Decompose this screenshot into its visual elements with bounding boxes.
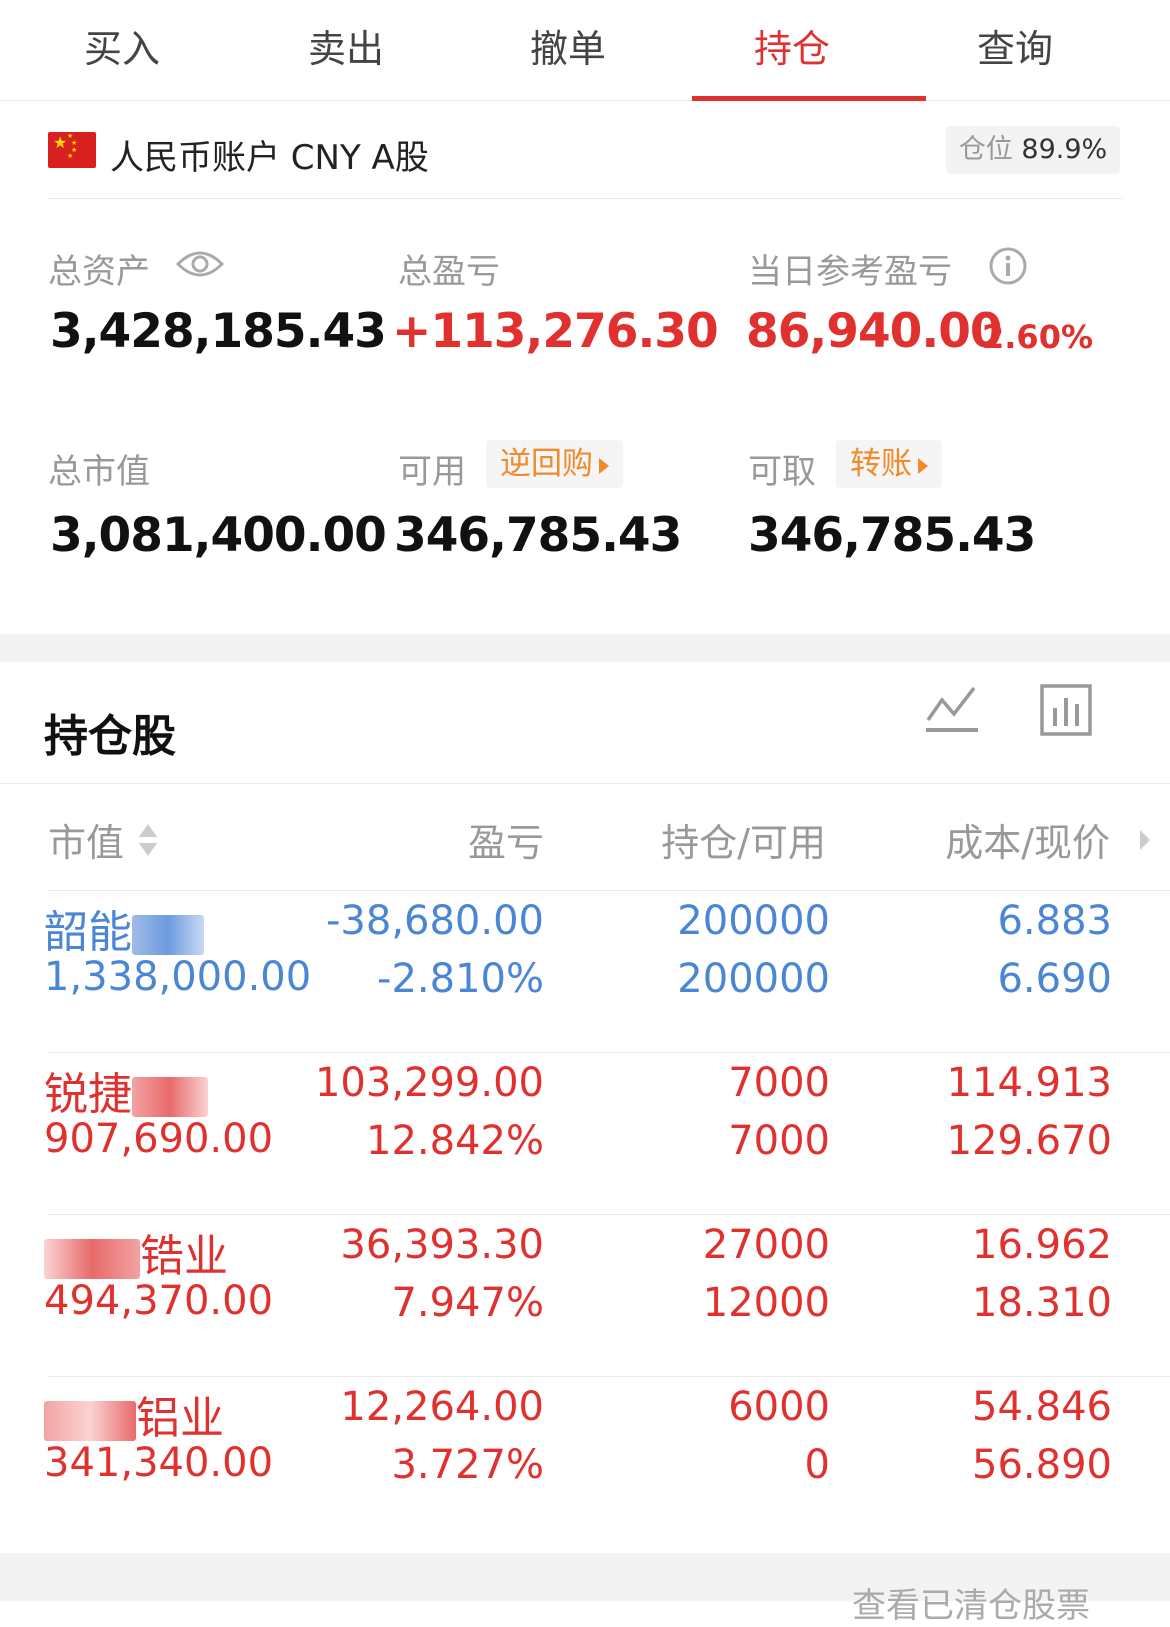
- stock-pnl-percent: -2.810%: [377, 956, 544, 1002]
- stock-cost: 54.846: [972, 1384, 1112, 1430]
- arrow-right-icon: [918, 457, 928, 474]
- available-label: 可用: [398, 452, 466, 492]
- total-assets-label: 总资产: [48, 252, 150, 292]
- col-header-position-available: 持仓/可用: [661, 821, 826, 865]
- withdrawable-value: 346,785.43: [748, 508, 1036, 563]
- stock-name: 锐捷: [44, 1058, 208, 1122]
- top-tab-bar: 买入 卖出 撤单 持仓 查询: [0, 0, 1170, 101]
- divider: [0, 783, 1170, 784]
- transfer-label: 转账: [850, 446, 912, 482]
- stock-pnl: 36,393.30: [340, 1222, 544, 1268]
- stock-price: 129.670: [946, 1118, 1112, 1164]
- tab-buy[interactable]: 买入: [22, 18, 222, 73]
- table-row[interactable]: 锆业 494,370.00 36,393.30 7.947% 27000 120…: [0, 1214, 1170, 1374]
- blurred-text: [132, 1077, 208, 1117]
- china-flag-icon: ★ ★ ★ ★ ★: [48, 132, 96, 168]
- stock-pnl-percent: 7.947%: [391, 1280, 544, 1326]
- stock-name: 铝业: [44, 1382, 224, 1446]
- market-value-label: 总市值: [48, 452, 150, 492]
- trend-chart-icon[interactable]: [924, 682, 980, 738]
- withdrawable-label: 可取: [748, 452, 816, 492]
- stock-market-value: 907,690.00: [44, 1116, 274, 1162]
- tab-query[interactable]: 查询: [915, 18, 1115, 73]
- stock-pnl: 12,264.00: [340, 1384, 544, 1430]
- position-ratio-label: 仓位: [958, 134, 1013, 165]
- col-header-pnl: 盈亏: [467, 821, 544, 865]
- tab-holdings[interactable]: 持仓: [692, 18, 892, 73]
- info-icon[interactable]: [988, 246, 1028, 286]
- position-ratio-badge: 仓位 89.9%: [946, 126, 1120, 174]
- divider: [48, 1052, 1170, 1053]
- holdings-title: 持仓股: [44, 711, 176, 762]
- transfer-button[interactable]: 转账: [836, 440, 942, 488]
- blurred-text: [44, 1401, 136, 1441]
- stock-market-value: 494,370.00: [44, 1278, 274, 1324]
- stock-pnl-percent: 12.842%: [366, 1118, 544, 1164]
- market-value-value: 3,081,400.00: [50, 508, 387, 563]
- stock-name: 韶能: [44, 896, 204, 960]
- table-row[interactable]: 铝业 341,340.00 12,264.00 3.727% 6000 0 54…: [0, 1376, 1170, 1536]
- stock-price: 18.310: [972, 1280, 1112, 1326]
- divider: [48, 1214, 1170, 1215]
- stock-position: 6000: [728, 1384, 830, 1430]
- stock-market-value: 341,340.00: [44, 1440, 274, 1486]
- stock-cost: 114.913: [946, 1060, 1112, 1106]
- stock-cost: 16.962: [972, 1222, 1112, 1268]
- account-name: 人民币账户 CNY A股: [110, 138, 429, 178]
- daily-pnl-label: 当日参考盈亏: [748, 252, 952, 292]
- chevron-right-icon[interactable]: [1138, 828, 1152, 852]
- stock-name: 锆业: [44, 1220, 228, 1284]
- divider: [48, 1376, 1170, 1377]
- blurred-text: [132, 915, 204, 955]
- total-assets-value: 3,428,185.43: [50, 304, 387, 359]
- stock-price: 56.890: [972, 1442, 1112, 1488]
- table-row[interactable]: 韶能 1,338,000.00 -38,680.00 -2.810% 20000…: [0, 890, 1170, 1050]
- daily-pnl-value: 86,940.00: [746, 304, 1003, 359]
- reverse-repo-label: 逆回购: [500, 446, 593, 482]
- eye-icon[interactable]: [176, 248, 224, 280]
- divider: [48, 198, 1123, 199]
- cleared-stocks-link[interactable]: 查看已清仓股票: [852, 1578, 1090, 1627]
- stock-position: 200000: [677, 898, 830, 944]
- stock-market-value: 1,338,000.00: [44, 954, 312, 1000]
- stock-pnl: 103,299.00: [314, 1060, 544, 1106]
- stock-available: 7000: [728, 1118, 830, 1164]
- bar-chart-icon[interactable]: [1040, 684, 1092, 736]
- position-ratio-value: 89.9%: [1021, 134, 1108, 165]
- stock-available: 12000: [702, 1280, 830, 1326]
- available-value: 346,785.43: [394, 508, 682, 563]
- tab-cancel-order[interactable]: 撤单: [468, 18, 668, 73]
- reverse-repo-button[interactable]: 逆回购: [486, 440, 623, 488]
- stock-available: 200000: [677, 956, 830, 1002]
- col-header-market-value[interactable]: 市值: [48, 812, 124, 867]
- stock-pnl-percent: 3.727%: [391, 1442, 544, 1488]
- sort-icon[interactable]: [138, 820, 158, 860]
- tab-sell[interactable]: 卖出: [246, 18, 446, 73]
- stock-position: 7000: [728, 1060, 830, 1106]
- divider: [48, 890, 1170, 891]
- daily-pnl-percent: 2.60%: [982, 318, 1094, 356]
- table-row[interactable]: 锐捷 907,690.00 103,299.00 12.842% 7000 70…: [0, 1052, 1170, 1212]
- stock-price: 6.690: [997, 956, 1112, 1002]
- blurred-text: [44, 1239, 140, 1279]
- stock-pnl: -38,680.00: [325, 898, 544, 944]
- stock-cost: 6.883: [997, 898, 1112, 944]
- stock-available: 0: [804, 1442, 830, 1488]
- col-header-cost-price: 成本/现价: [945, 821, 1110, 865]
- total-pnl-value: +113,276.30: [392, 304, 719, 359]
- active-tab-indicator: [692, 96, 926, 101]
- section-spacer: [0, 634, 1170, 662]
- arrow-right-icon: [599, 457, 609, 474]
- stock-position: 27000: [702, 1222, 830, 1268]
- total-pnl-label: 总盈亏: [398, 252, 500, 292]
- account-row: ★ ★ ★ ★ ★ 人民币账户 CNY A股 仓位 89.9%: [48, 126, 1120, 178]
